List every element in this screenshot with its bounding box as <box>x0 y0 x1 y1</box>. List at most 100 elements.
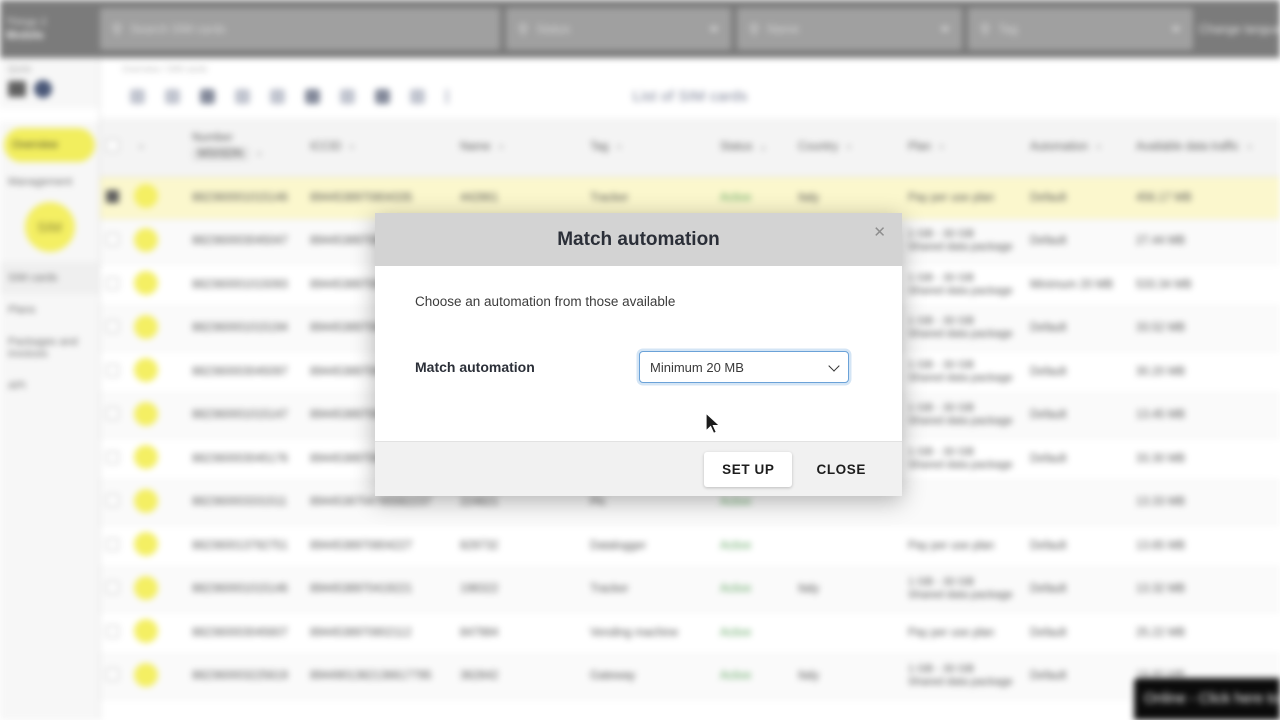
row-checkbox-cell[interactable] <box>100 524 128 568</box>
cell-plan: 1 GB - 30 GB Shared data package <box>902 437 1024 481</box>
cell-name: 829732 <box>454 524 584 568</box>
chat-widget[interactable]: Online - Click here to <box>1132 676 1280 720</box>
th-icon[interactable]: ▾ <box>128 118 186 177</box>
table-row[interactable]: 882360003225619 8944901382136617795 362842… <box>100 654 1280 699</box>
sort-icon: ▾ <box>498 141 504 152</box>
th-iccid-label: ICCID <box>310 140 342 153</box>
row-checkbox[interactable] <box>106 668 119 682</box>
th-automation[interactable]: Automation ▾ <box>1024 118 1130 177</box>
cell-iccid: 8944538970802112 <box>304 611 454 655</box>
table-row[interactable]: 882360001015146 8944538970419221 198322 Tra… <box>100 567 1280 612</box>
row-checkbox[interactable] <box>106 494 119 508</box>
search-status-placeholder: Status <box>536 22 571 36</box>
th-iccid[interactable]: ICCID ▾ <box>304 118 454 177</box>
row-sim-icon-cell <box>128 263 186 307</box>
match-automation-dialog: Match automation ✕ Choose an automation … <box>375 213 902 496</box>
th-number-label: Number <box>192 132 233 145</box>
set-up-button[interactable]: SET UP <box>704 451 793 487</box>
sidebar-item-overview[interactable]: Overview <box>4 128 95 162</box>
grid-icon[interactable] <box>8 81 26 97</box>
cell-number: 882360001015146 <box>186 176 304 220</box>
sim-card-icon <box>134 227 158 252</box>
row-checkbox[interactable] <box>106 189 119 203</box>
sim-card-icon <box>134 662 158 687</box>
cell-iccid: 8944901382136617795 <box>304 654 454 699</box>
sidebar-item-sim-cards[interactable]: SIM cards <box>0 262 99 294</box>
row-checkbox[interactable] <box>106 450 119 464</box>
sidebar-item-plans[interactable]: Plans <box>0 294 99 326</box>
th-status[interactable]: Status ▴ <box>714 118 792 177</box>
row-checkbox[interactable] <box>106 537 119 551</box>
sidebar-item-api[interactable]: API <box>0 370 99 402</box>
brand-logo[interactable]: Things 2 Mobile <box>0 0 100 58</box>
row-checkbox[interactable] <box>106 276 119 290</box>
row-checkbox-cell[interactable] <box>100 437 128 481</box>
row-checkbox[interactable] <box>106 581 119 595</box>
th-number-chip: MSISDN <box>192 147 249 162</box>
cell-plan: Pay per use plan <box>902 611 1024 655</box>
top-app-bar: Things 2 Mobile ⚲ Search SIM cards ⚲ Sta… <box>0 0 1280 58</box>
row-checkbox-cell[interactable] <box>100 393 128 438</box>
row-checkbox[interactable] <box>106 233 119 247</box>
brand-line-2: Mobile <box>6 27 44 42</box>
row-checkbox-cell[interactable] <box>100 219 128 264</box>
row-checkbox[interactable] <box>106 363 119 377</box>
close-icon[interactable]: ✕ <box>873 225 886 240</box>
cell-number: 882360013792751 <box>186 524 304 568</box>
avatar-icon[interactable] <box>34 80 52 98</box>
cell-plan: 1 GB - 30 GB Shared data package <box>902 567 1024 612</box>
cell-traffic: 27.44 MB <box>1130 219 1280 264</box>
th-name[interactable]: Name ▾ <box>454 118 584 177</box>
row-checkbox-cell[interactable] <box>100 176 128 220</box>
sim-card-icon <box>134 184 158 209</box>
cell-traffic: 13.33 MB <box>1130 480 1280 525</box>
row-checkbox-cell[interactable] <box>100 654 128 699</box>
search-input-tag[interactable]: ⚲ Tag <box>968 8 1193 50</box>
sidebar: Quick Overview Management SIM SIM cards … <box>0 58 100 720</box>
sidebar-divider <box>0 108 99 122</box>
cell-status: Active <box>714 654 792 699</box>
th-tag[interactable]: Tag ▾ <box>584 118 714 177</box>
cell-tag: Vending machine <box>584 611 714 655</box>
row-checkbox-cell[interactable] <box>100 263 128 307</box>
cell-number: 882360003045176 <box>186 437 304 481</box>
th-select-all[interactable] <box>100 118 128 177</box>
row-checkbox[interactable] <box>106 407 119 421</box>
row-checkbox-cell[interactable] <box>100 480 128 525</box>
chevron-down-icon <box>1171 26 1181 32</box>
cell-status: Active <box>714 567 792 612</box>
sim-card-icon <box>134 314 158 339</box>
th-traffic[interactable]: Available data traffic ▾ <box>1130 118 1280 177</box>
row-checkbox-cell[interactable] <box>100 611 128 655</box>
cell-automation: Default <box>1024 176 1130 220</box>
th-number[interactable]: Number MSISDN ▾ <box>186 118 304 177</box>
row-checkbox-cell[interactable] <box>100 350 128 394</box>
search-input-main[interactable]: ⚲ Search SIM cards <box>100 8 500 50</box>
sort-icon: ▾ <box>256 149 262 160</box>
select-all-checkbox[interactable] <box>106 138 119 152</box>
cell-traffic: 13.32 MB <box>1130 567 1280 612</box>
search-input-name[interactable]: ⚲ Name <box>737 8 962 50</box>
table-row[interactable]: 882360003045607 8944538970802112 847984 Ven… <box>100 611 1280 655</box>
th-plan[interactable]: Plan ▾ <box>902 118 1024 177</box>
dialog-body: Choose an automation from those availabl… <box>375 266 902 441</box>
sim-card-icon <box>134 619 158 644</box>
row-sim-icon-cell <box>128 654 186 699</box>
row-checkbox[interactable] <box>106 320 119 334</box>
row-checkbox[interactable] <box>106 624 119 638</box>
cell-country: Italy <box>792 654 902 699</box>
search-input-status[interactable]: ⚲ Status <box>506 8 731 50</box>
close-button[interactable]: CLOSE <box>798 452 884 487</box>
row-checkbox-cell[interactable] <box>100 567 128 612</box>
th-country[interactable]: Country ▾ <box>792 118 902 177</box>
cell-plan: Pay per use plan <box>902 524 1024 568</box>
sidebar-item-packages-invoices[interactable]: Packages and invoices <box>0 326 99 370</box>
cell-automation: Minimum 20 MB <box>1024 263 1130 307</box>
search-main-placeholder: Search SIM cards <box>130 22 226 36</box>
row-checkbox-cell[interactable] <box>100 306 128 351</box>
cell-number: 882360003045607 <box>186 611 304 655</box>
table-row[interactable]: 882360013792751 8944538970804227 829732 Dat… <box>100 524 1280 568</box>
change-language-button[interactable]: Change language <box>1199 22 1280 36</box>
automation-select[interactable]: Minimum 20 MBDefault <box>639 351 849 383</box>
th-automation-label: Automation <box>1030 140 1089 153</box>
